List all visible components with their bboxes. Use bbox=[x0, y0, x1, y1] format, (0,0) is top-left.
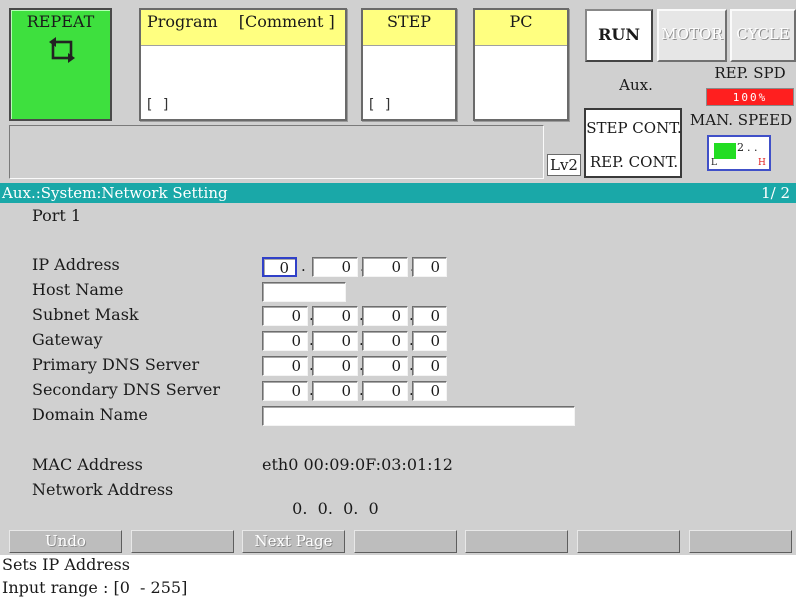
primary-dns-label: Primary DNS Server bbox=[32, 355, 200, 374]
secondary-dns-octet-1[interactable]: 0 bbox=[262, 381, 308, 401]
gateway-octet-2[interactable]: 0 bbox=[312, 331, 358, 351]
program-header: Program [Comment ] bbox=[141, 10, 345, 46]
primary-dns-octet-4[interactable]: 0 bbox=[412, 356, 447, 376]
run-indicator[interactable]: RUN bbox=[585, 9, 653, 62]
gateway-label: Gateway bbox=[32, 330, 103, 349]
net-dot-3: . bbox=[353, 499, 369, 518]
level-indicator: Lv2 bbox=[547, 154, 581, 176]
net-octet-1: 0 bbox=[292, 499, 303, 518]
gateway-octet-4[interactable]: 0 bbox=[412, 331, 447, 351]
port-label: Port 1 bbox=[32, 206, 82, 225]
man-speed-gauge[interactable]: 2 . . L H bbox=[707, 135, 771, 171]
secondary-dns-octet-3[interactable]: 0 bbox=[362, 381, 408, 401]
pc-label: PC bbox=[509, 12, 533, 31]
repeat-icon bbox=[49, 37, 75, 67]
rep-spd-label: REP. SPD bbox=[714, 64, 786, 82]
net-octet-4: 0 bbox=[368, 499, 379, 518]
man-speed-label: MAN. SPEED bbox=[689, 111, 793, 129]
domain-name-field[interactable] bbox=[262, 406, 575, 426]
fkey-undo[interactable]: Undo bbox=[9, 530, 122, 553]
gateway-octet-3[interactable]: 0 bbox=[362, 331, 408, 351]
screen-title-bar: Aux.:System:Network Setting 1/ 2 bbox=[0, 183, 796, 203]
subnet-octet-1[interactable]: 0 bbox=[262, 306, 308, 326]
cycle-label: CYCLE bbox=[736, 25, 790, 43]
ip-octet-3[interactable]: 0 bbox=[362, 257, 408, 277]
primary-dns-octet-2[interactable]: 0 bbox=[312, 356, 358, 376]
net-octet-2: 0 bbox=[317, 499, 328, 518]
primary-dns-octet-1[interactable]: 0 bbox=[262, 356, 308, 376]
subnet-octet-3[interactable]: 0 bbox=[362, 306, 408, 326]
message-area bbox=[9, 125, 544, 179]
status-input-range: Input range : [0 - 255] bbox=[2, 578, 188, 597]
pc-box[interactable]: PC bbox=[473, 8, 569, 121]
mac-address-label: MAC Address bbox=[32, 455, 143, 474]
aux-label: Aux. bbox=[619, 76, 653, 94]
net-dot-2: . bbox=[327, 499, 344, 518]
ip-address-label: IP Address bbox=[32, 255, 120, 274]
repeat-mode-label: REPEAT bbox=[26, 12, 95, 31]
ip-octet-1[interactable]: 0 bbox=[262, 257, 297, 277]
step-header: STEP bbox=[363, 10, 455, 46]
man-speed-tick-dots: . . bbox=[747, 141, 758, 154]
repeat-mode-box[interactable]: REPEAT bbox=[9, 8, 112, 121]
host-name-label: Host Name bbox=[32, 280, 124, 299]
step-bracket: [ ] bbox=[367, 97, 393, 113]
secondary-dns-octet-4[interactable]: 0 bbox=[412, 381, 447, 401]
net-octet-3: 0 bbox=[343, 499, 354, 518]
screen-path: Aux.:System:Network Setting bbox=[2, 184, 228, 202]
comment-label: [Comment ] bbox=[238, 12, 335, 31]
rep-cont-label[interactable]: REP. CONT. bbox=[586, 153, 682, 171]
motor-indicator[interactable]: MOTOR bbox=[657, 9, 727, 62]
step-label: STEP bbox=[386, 12, 432, 31]
secondary-dns-octet-2[interactable]: 0 bbox=[312, 381, 358, 401]
step-box[interactable]: STEP [ ] bbox=[361, 8, 457, 121]
pc-header: PC bbox=[475, 10, 567, 46]
domain-name-label: Domain Name bbox=[32, 405, 148, 424]
fkey-next-page[interactable]: Next Page bbox=[242, 530, 345, 553]
primary-dns-octet-3[interactable]: 0 bbox=[362, 356, 408, 376]
fkey-2[interactable] bbox=[131, 530, 234, 553]
step-cont-label[interactable]: STEP CONT. bbox=[586, 119, 682, 137]
subnet-octet-2[interactable]: 0 bbox=[312, 306, 358, 326]
network-address-label: Network Address bbox=[32, 480, 174, 499]
run-label: RUN bbox=[598, 25, 640, 44]
man-speed-fill bbox=[714, 143, 736, 159]
fkey-6[interactable] bbox=[577, 530, 680, 553]
program-label: Program bbox=[147, 12, 218, 31]
network-address-value: 0. 0. 0. 0 bbox=[282, 480, 379, 518]
cycle-indicator[interactable]: CYCLE bbox=[730, 9, 796, 62]
subnet-octet-4[interactable]: 0 bbox=[412, 306, 447, 326]
ip-octet-2[interactable]: 0 bbox=[312, 257, 358, 277]
aux-button[interactable]: Aux. bbox=[612, 76, 660, 94]
host-name-field[interactable] bbox=[262, 282, 346, 302]
program-bracket: [ ] bbox=[145, 97, 171, 113]
fkey-7[interactable] bbox=[689, 530, 792, 553]
man-speed-low-label: L bbox=[711, 158, 717, 168]
rep-spd-value: 100% bbox=[706, 88, 794, 106]
net-dot-1: . bbox=[302, 499, 318, 518]
fkey-4[interactable] bbox=[354, 530, 457, 553]
mac-address-value: eth0 00:09:0F:03:01:12 bbox=[262, 455, 453, 474]
ip-dot-1: . bbox=[301, 257, 306, 275]
ip-octet-4[interactable]: 0 bbox=[412, 257, 447, 277]
man-speed-high-label: H bbox=[758, 158, 766, 168]
subnet-mask-label: Subnet Mask bbox=[32, 305, 139, 324]
fkey-5[interactable] bbox=[465, 530, 568, 553]
page-indicator: 1/ 2 bbox=[761, 184, 790, 202]
secondary-dns-label: Secondary DNS Server bbox=[32, 380, 220, 399]
motor-label: MOTOR bbox=[661, 25, 723, 43]
man-speed-value: 2 bbox=[737, 141, 744, 154]
gateway-octet-1[interactable]: 0 bbox=[262, 331, 308, 351]
program-box[interactable]: Program [Comment ] [ ] bbox=[139, 8, 347, 121]
status-hint: Sets IP Address bbox=[2, 555, 130, 574]
